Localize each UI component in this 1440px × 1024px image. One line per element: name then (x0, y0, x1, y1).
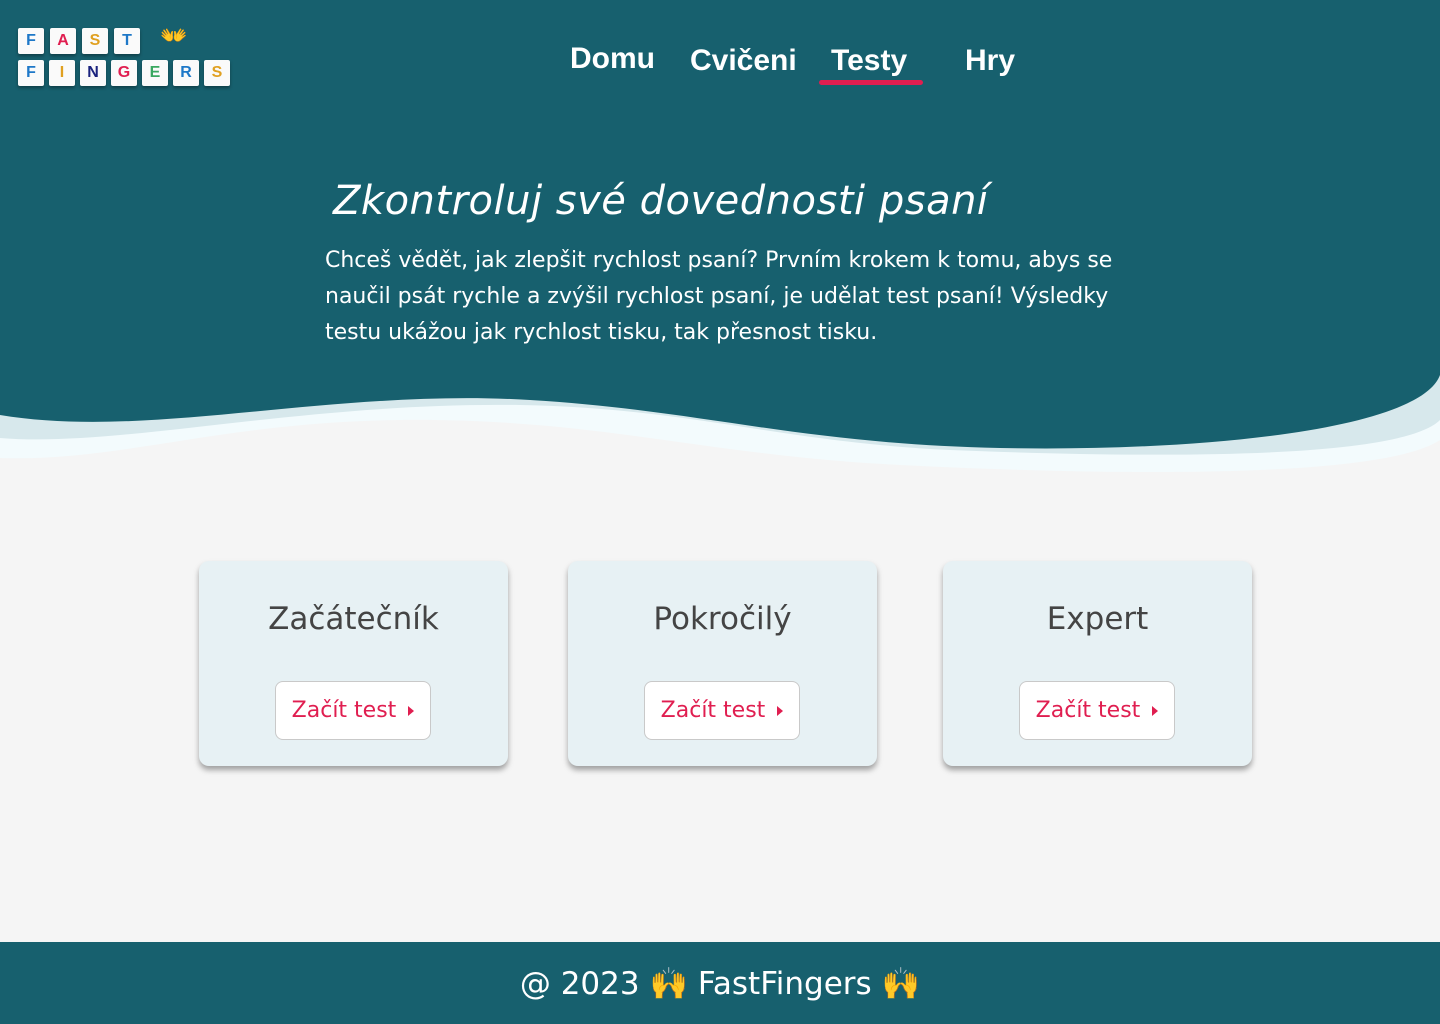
hero-title: Zkontroluj své dovednosti psaní (333, 178, 989, 224)
card-title: Expert (1046, 601, 1149, 637)
start-test-button-beginner[interactable]: Začít test (275, 681, 431, 740)
button-label: Začít test (1035, 698, 1141, 723)
hero-section: F A S T F I N G E R S 👐 Domu Cvičeni Testy Hry Zkontro… (0, 0, 1440, 500)
footer: @ 2023 🙌 FastFingers 🙌 (0, 942, 1440, 1024)
caret-right-icon (777, 705, 784, 716)
nav-item-cvičeni[interactable]: Cvičeni (690, 44, 797, 78)
card-expert: Expert Začít test (943, 561, 1252, 766)
button-label: Začít test (291, 698, 397, 723)
card-title: Začátečník (268, 601, 439, 637)
nav-item-hry[interactable]: Hry (965, 44, 1015, 78)
button-label: Začít test (660, 698, 766, 723)
nav-item-domu[interactable]: Domu (570, 42, 655, 76)
card-advanced: Pokročilý Začít test (568, 561, 877, 766)
card-title: Pokročilý (653, 601, 792, 637)
start-test-button-expert[interactable]: Začít test (1019, 681, 1175, 740)
footer-text: @ 2023 🙌 FastFingers 🙌 (519, 965, 921, 1002)
nav-item-testy[interactable]: Testy (831, 44, 907, 78)
card-beginner: Začátečník Začít test (199, 561, 508, 766)
caret-right-icon (1152, 705, 1159, 716)
caret-right-icon (408, 705, 415, 716)
main-nav: Domu Cvičeni Testy Hry (0, 38, 1440, 88)
active-nav-underline (819, 80, 923, 85)
start-test-button-advanced[interactable]: Začít test (644, 681, 800, 740)
hero-description: Chceš vědět, jak zlepšit rychlost psaní?… (325, 248, 1113, 345)
